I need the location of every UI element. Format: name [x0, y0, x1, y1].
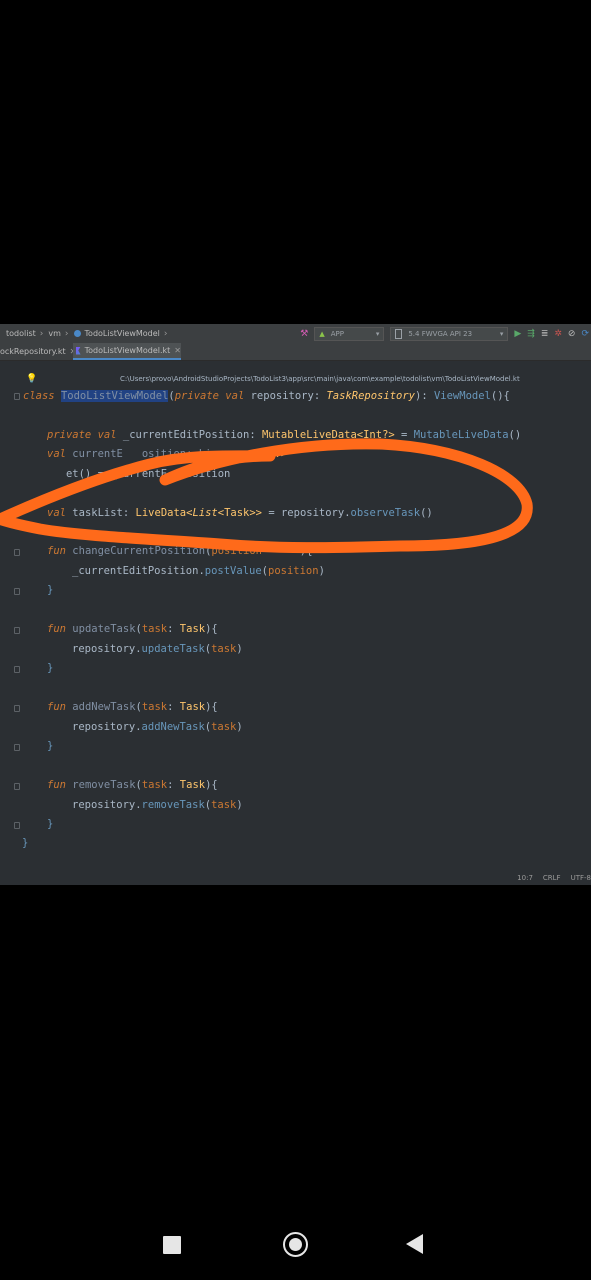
home-icon [289, 1238, 302, 1251]
hand-drawn-annotation [0, 438, 533, 554]
back-button[interactable] [406, 1234, 423, 1254]
ide-window: todolist › vm › TodoListViewModel › ⚒ ▲ … [0, 324, 591, 885]
orange-scribble-stroke [0, 438, 533, 554]
home-button[interactable] [283, 1232, 308, 1257]
android-navigation-bar [0, 1220, 591, 1270]
recent-apps-button[interactable] [163, 1236, 181, 1254]
